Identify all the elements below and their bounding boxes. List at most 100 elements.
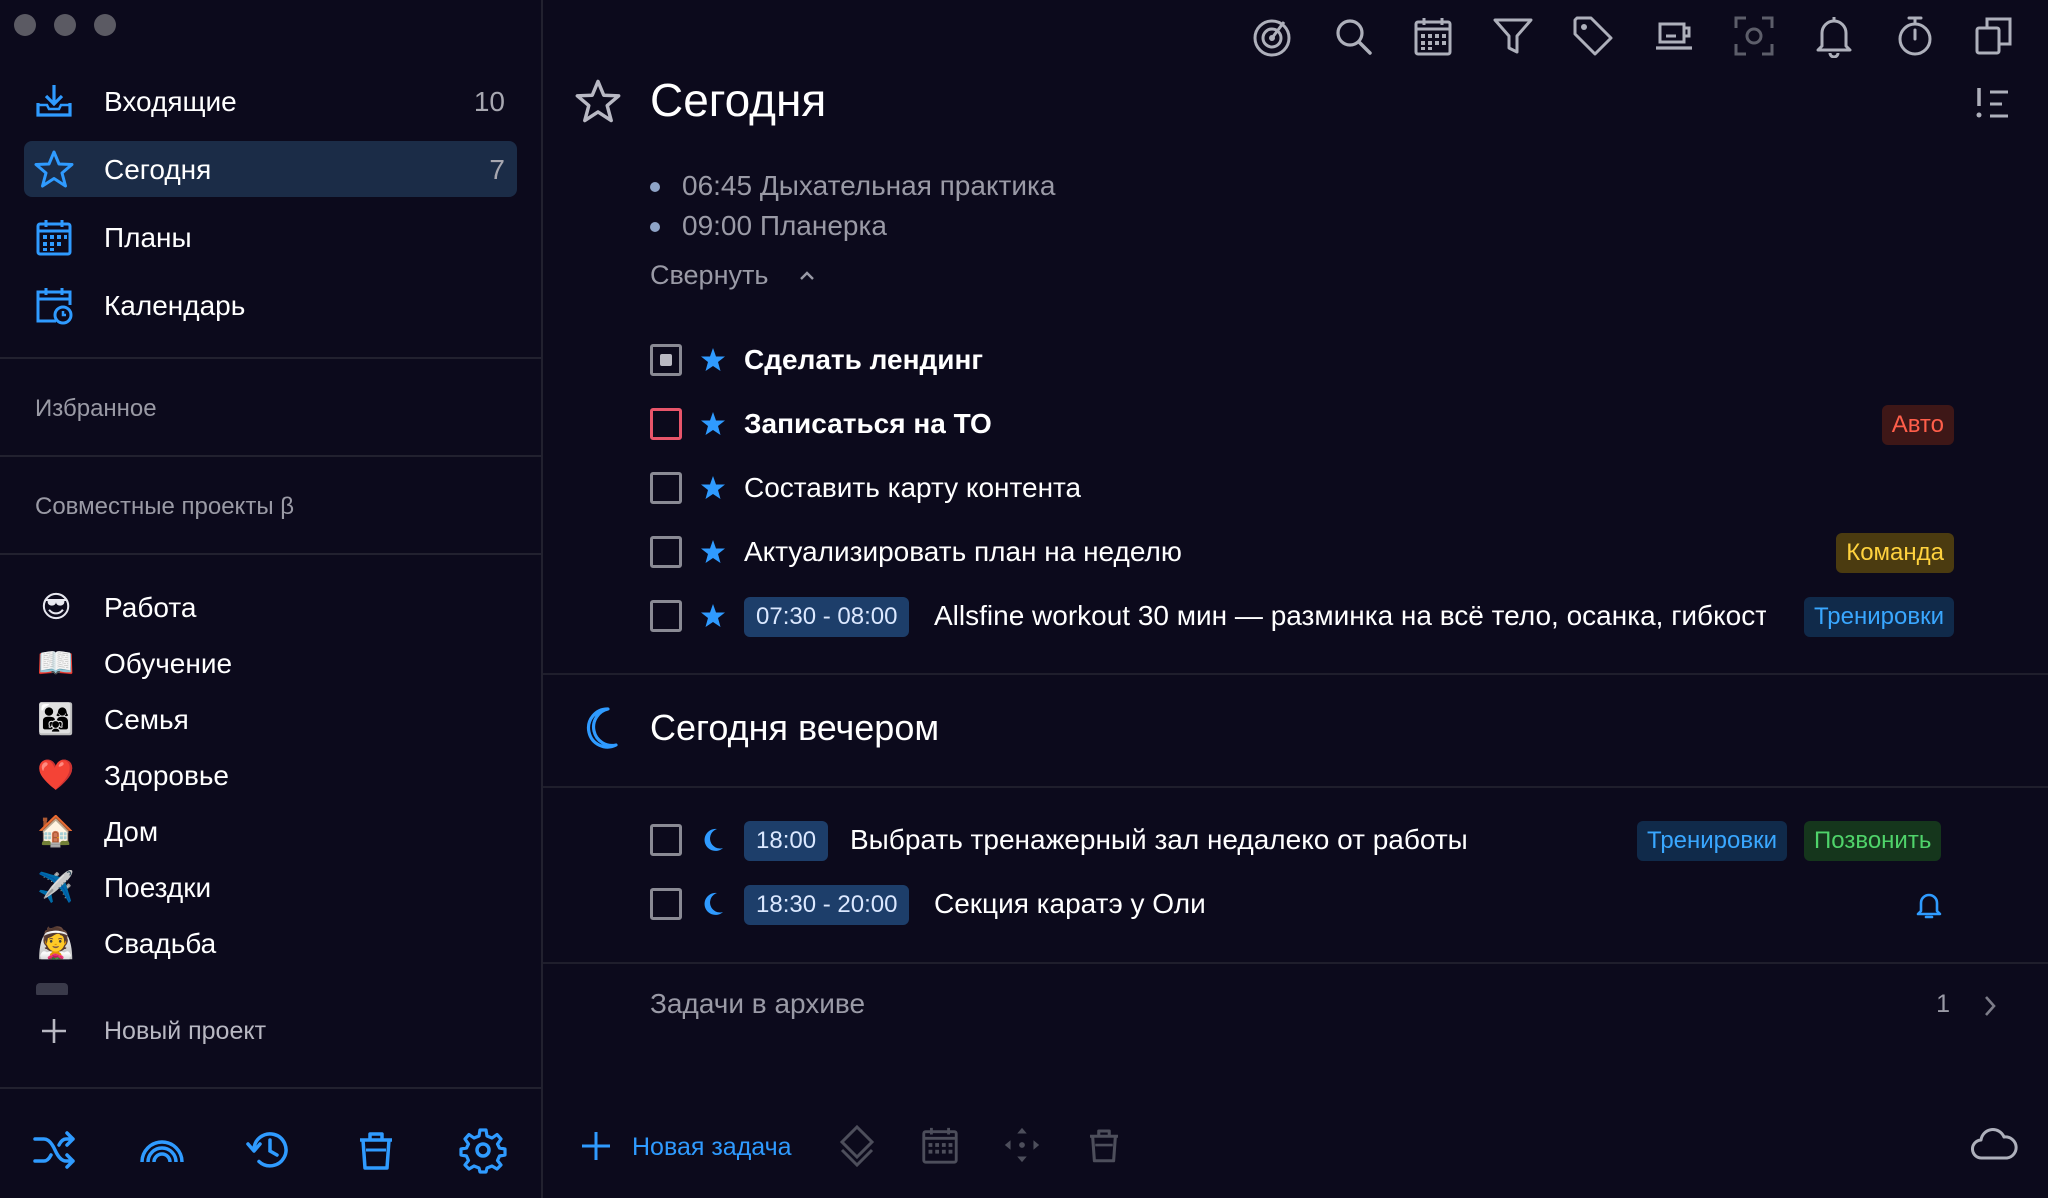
filter-icon[interactable] [1491,14,1535,58]
archived-tasks-row[interactable]: Задачи в архиве 1 [650,984,2020,1028]
calendar-icon[interactable] [1411,14,1455,58]
sidebar-item-label: Календарь [104,290,246,321]
sidebar-item-label: Сегодня [104,154,212,185]
focus-icon[interactable] [1250,14,1294,58]
inbox-icon [36,85,72,117]
section-divider [543,673,2048,675]
project-label: Обучение [104,648,233,679]
project-emoji-icon: ✈️ [37,871,75,904]
task-row[interactable]: Составить карту контента [650,466,1950,516]
task-checkbox[interactable] [650,600,682,632]
task-title: Секция каратэ у Оли [934,888,1206,919]
search-icon[interactable] [1331,14,1375,58]
sidebar-item-today[interactable]: Сегодня 7 [24,141,517,197]
task-row[interactable]: 18:00 Выбрать тренажерный зал недалеко о… [650,818,1950,868]
sidebar-item-count: 7 [489,154,505,185]
tag-call[interactable]: Позвонить [1804,821,1942,861]
archive-count: 1 [1936,990,1950,1018]
move-icon[interactable] [1001,1124,1043,1166]
project-work[interactable]: 😎 Работа [36,586,506,630]
project-health[interactable]: ❤️ Здоровье [36,754,506,798]
task-checkbox[interactable] [650,536,682,568]
project-emoji-icon: ❤️ [37,759,75,792]
new-project-button[interactable]: Новый проект [36,1011,436,1051]
task-time-chip: 18:30 - 20:00 [744,885,910,925]
scan-icon[interactable] [1732,14,1776,58]
project-study[interactable]: 📖 Обучение [36,642,506,686]
event-dot [650,222,660,232]
tag-icon[interactable] [1571,14,1615,58]
chevron-right-icon [1985,996,1996,1016]
task-checkbox[interactable] [650,472,682,504]
sidebar-item-inbox[interactable]: Входящие 10 [24,73,517,129]
bell-icon[interactable] [1812,14,1856,58]
history-icon[interactable] [246,1126,294,1174]
project-list-fade [36,983,296,995]
delete-task-icon[interactable] [1083,1124,1125,1166]
copy-icon[interactable] [1972,14,2016,58]
favorites-header[interactable]: Избранное [35,395,157,423]
shared-projects-header[interactable]: Совместные проекты β [35,493,294,521]
trash-icon[interactable] [352,1126,400,1174]
project-label: Поездки [104,872,212,903]
collapse-events-button[interactable]: Свернуть [650,260,850,296]
task-checkbox[interactable] [650,344,682,376]
sort-options-icon[interactable] [1974,84,2014,124]
window-zoom-button[interactable] [94,14,116,36]
tag-auto[interactable]: Авто [1881,405,1954,445]
archive-label: Задачи в архиве [650,988,866,1019]
project-label: Здоровье [104,760,230,791]
moon-icon [586,707,618,749]
project-wedding[interactable]: 👰 Свадьба [36,922,506,966]
star-icon [34,150,74,188]
sidebar-item-label: Входящие [104,86,237,117]
task-row[interactable]: Записаться на ТО Авто [650,402,1954,452]
today-star-icon [701,604,725,627]
task-checkbox[interactable] [650,888,682,920]
coffee-icon[interactable] [1652,14,1696,58]
task-row[interactable]: Сделать лендинг [650,338,1950,388]
project-emoji-icon: 📖 [37,647,75,680]
window-minimize-button[interactable] [54,14,76,36]
stopwatch-icon[interactable] [1893,14,1937,58]
project-emoji-icon: 🏠 [37,815,75,848]
priority-icon[interactable] [838,1124,876,1168]
reminder-bell-icon[interactable] [1914,890,1944,920]
project-label: Работа [104,592,197,623]
sidebar-divider [0,455,541,457]
task-row[interactable]: 18:30 - 20:00 Секция каратэ у Оли [650,882,1950,932]
project-emoji-icon: 👰 [37,927,75,960]
sidebar-item-plans[interactable]: Планы [24,209,517,265]
evening-moon-icon [704,892,723,915]
task-title: Сделать лендинг [744,344,984,375]
rainbow-icon[interactable] [138,1126,186,1174]
sidebar-item-calendar[interactable]: Календарь [24,277,517,333]
tag-workouts[interactable]: Тренировки [1803,597,1954,637]
task-title: Allsfine workout 30 мин — разминка на вс… [934,600,1766,631]
tag-team[interactable]: Команда [1836,533,1954,573]
tag-workouts[interactable]: Тренировки [1637,821,1788,861]
project-label: Дом [104,816,159,847]
project-label: Свадьба [104,928,217,959]
plus-icon [42,1019,66,1043]
event-text: 06:45 Дыхательная практика [682,170,1056,201]
today-star-icon [701,476,725,499]
task-row[interactable]: 07:30 - 08:00 Allsfine workout 30 мин — … [650,594,1954,644]
task-checkbox[interactable] [650,408,682,440]
calendar-grid-icon [36,220,72,256]
settings-icon[interactable] [459,1126,507,1174]
section-divider [543,962,2048,964]
new-task-button[interactable]: Новая задача [578,1124,808,1168]
project-trips[interactable]: ✈️ Поездки [36,866,506,910]
task-title: Записаться на ТО [744,408,992,439]
task-title: Выбрать тренажерный зал недалеко от рабо… [850,824,1468,855]
cloud-sync-icon[interactable] [1970,1124,2018,1164]
task-row[interactable]: Актуализировать план на неделю Команда [650,530,1954,580]
task-checkbox[interactable] [650,824,682,856]
window-close-button[interactable] [14,14,36,36]
schedule-calendar-icon[interactable] [919,1124,961,1166]
project-family[interactable]: 👨‍👩‍👧 Семья [36,698,506,742]
project-home[interactable]: 🏠 Дом [36,810,506,854]
shuffle-icon[interactable] [31,1126,79,1174]
event-text: 09:00 Планерка [682,210,887,241]
